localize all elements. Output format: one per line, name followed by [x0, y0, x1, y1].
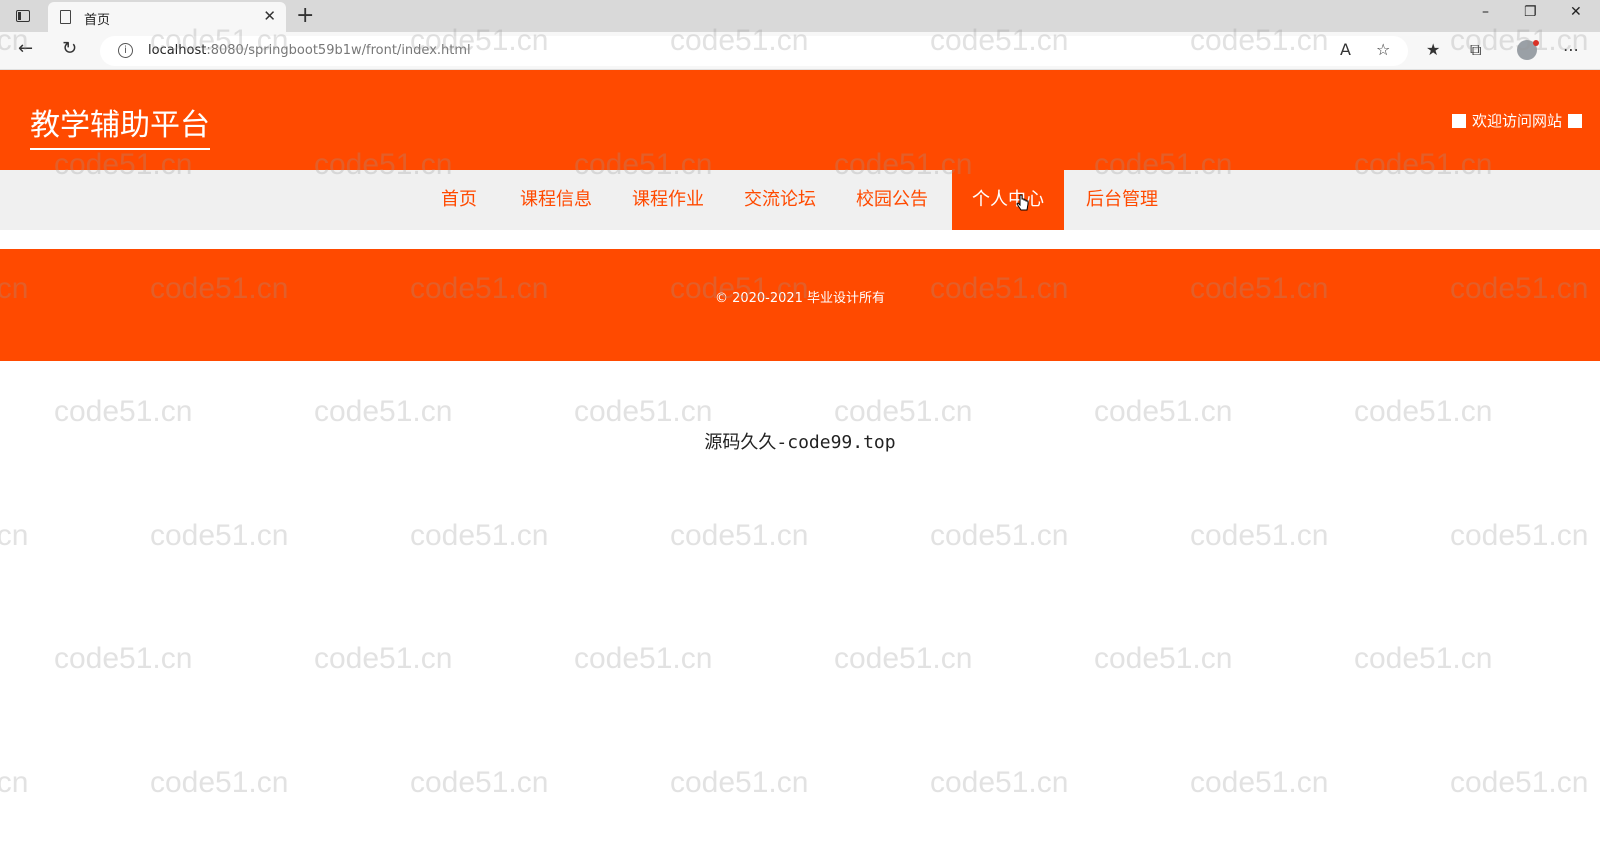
watermark-text: code51.cn [150, 519, 289, 552]
watermark-text: code51.cn [0, 766, 29, 799]
favorites-icon[interactable]: ★ [1426, 40, 1440, 59]
watermark-text: code51.cn [1094, 395, 1233, 428]
nav-item-courses[interactable]: 课程信息 [510, 170, 602, 230]
site-header: 教学辅助平台 欢迎访问网站 [0, 70, 1600, 170]
watermark-text: code51.cn [834, 642, 973, 675]
back-icon[interactable]: ← [18, 38, 33, 59]
watermark-text: code51.cn [0, 519, 29, 552]
minimize-button[interactable]: – [1482, 4, 1489, 20]
more-menu-icon[interactable]: ⋯ [1563, 40, 1579, 59]
new-tab-button[interactable]: + [296, 3, 314, 28]
tab-close-icon[interactable]: ✕ [263, 7, 276, 25]
nav-item-homework[interactable]: 课程作业 [622, 170, 714, 230]
refresh-icon[interactable]: ↻ [62, 38, 77, 59]
sidebar-toggle-icon[interactable] [12, 8, 36, 26]
nav-item-forum[interactable]: 交流论坛 [734, 170, 826, 230]
nav-item-announcements[interactable]: 校园公告 [846, 170, 938, 230]
source-caption: 源码久久-code99.top [704, 432, 896, 453]
site-footer: © 2020-2021 毕业设计所有 [0, 249, 1600, 361]
watermark-text: code51.cn [670, 519, 809, 552]
content-area [0, 230, 1600, 250]
window-close-button[interactable]: ✕ [1570, 4, 1582, 20]
address-bar[interactable]: i localhost:8080/springboot59b1w/front/i… [100, 36, 1408, 66]
watermark-text: code51.cn [1190, 519, 1329, 552]
watermark-text: code51.cn [1190, 766, 1329, 799]
watermark-text: code51.cn [574, 642, 713, 675]
welcome-text: 欢迎访问网站 [1471, 112, 1562, 130]
nav-item-home[interactable]: 首页 [426, 170, 492, 230]
copyright-text: © 2020-2021 毕业设计所有 [714, 291, 886, 306]
browser-tab[interactable]: 首页 ✕ [48, 2, 286, 32]
watermark-text: code51.cn [54, 642, 193, 675]
nav-item-profile[interactable]: 个人中心 [952, 170, 1064, 230]
watermark-text: code51.cn [410, 519, 549, 552]
profile-status-dot [1533, 40, 1539, 46]
watermark-text: code51.cn [1450, 519, 1589, 552]
watermark-text: code51.cn [670, 766, 809, 799]
welcome-banner: 欢迎访问网站 [1451, 110, 1582, 131]
watermark-text: code51.cn [314, 395, 453, 428]
page-icon [60, 10, 71, 24]
watermark-text: code51.cn [54, 395, 193, 428]
nav-item-admin[interactable]: 后台管理 [1076, 170, 1168, 230]
restore-button[interactable]: ❐ [1524, 4, 1537, 20]
hand-cursor-icon [1016, 194, 1029, 211]
collections-icon[interactable]: ⧉ [1470, 40, 1481, 60]
watermark-text: code51.cn [1354, 642, 1493, 675]
watermark-text: code51.cn [574, 395, 713, 428]
square-icon [1451, 113, 1466, 128]
main-nav: 首页 课程信息 课程作业 交流论坛 校园公告 个人中心 后台管理 [0, 170, 1600, 230]
square-icon [1568, 113, 1582, 128]
site-title[interactable]: 教学辅助平台 [30, 100, 210, 150]
watermark-text: code51.cn [410, 766, 549, 799]
watermark-text: code51.cn [930, 519, 1069, 552]
watermark-text: code51.cn [834, 395, 973, 428]
watermark-text: code51.cn [150, 766, 289, 799]
add-favorite-icon[interactable]: ☆ [1376, 40, 1390, 59]
info-icon[interactable]: i [118, 43, 133, 58]
url-text[interactable]: localhost:8080/springboot59b1w/front/ind… [148, 43, 471, 58]
watermark-text: code51.cn [314, 642, 453, 675]
watermark-text: code51.cn [1094, 642, 1233, 675]
tab-title: 首页 [84, 13, 111, 28]
watermark-text: code51.cn [930, 766, 1069, 799]
read-aloud-icon[interactable]: A [1340, 40, 1351, 59]
watermark-text: code51.cn [1354, 395, 1493, 428]
browser-tabbar: 首页 ✕ + – ❐ ✕ [0, 0, 1600, 32]
browser-toolbar: ← ↻ i localhost:8080/springboot59b1w/fro… [0, 32, 1600, 70]
watermark-text: code51.cn [1450, 766, 1589, 799]
